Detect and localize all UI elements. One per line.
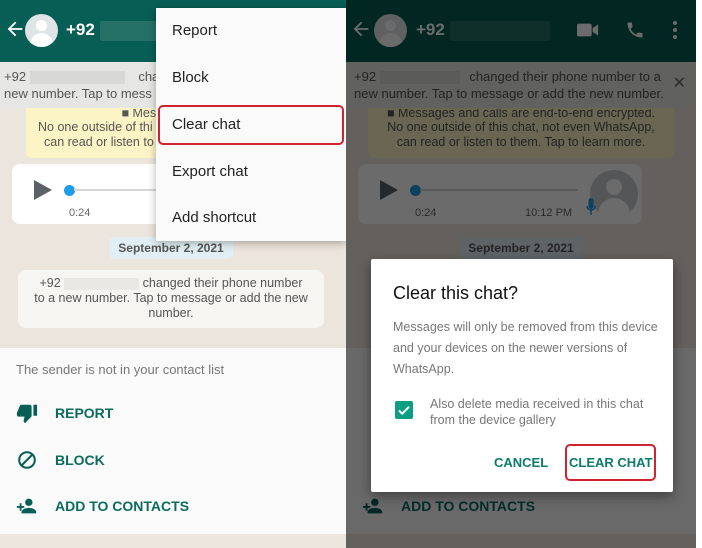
checkmark-icon [398, 406, 410, 416]
play-icon[interactable] [34, 180, 52, 200]
system-message-prefix: +92 [39, 276, 61, 290]
dialog-title: Clear this chat? [393, 283, 519, 303]
unknown-sender-card: The sender is not in your contact list R… [0, 348, 346, 534]
banner-prefix: +92 [4, 69, 27, 84]
redacted-number [64, 277, 140, 290]
menu-item-export-chat[interactable]: Export chat [156, 149, 346, 195]
dialog-body: Messages will only be removed from this … [393, 320, 658, 376]
add-to-contacts-action[interactable]: ADD TO CONTACTS [0, 491, 189, 521]
highlight-box [158, 105, 344, 145]
system-message-line2: to a new number. Tap to message or add t… [34, 291, 308, 305]
voice-duration: 0:24 [69, 207, 91, 219]
contact-avatar[interactable] [25, 14, 58, 47]
block-action[interactable]: BLOCK [0, 445, 105, 475]
block-label: BLOCK [55, 452, 105, 468]
redacted-number [29, 71, 125, 85]
back-arrow-icon[interactable] [4, 18, 26, 40]
system-message[interactable]: +92 changed their phone number to a new … [18, 270, 324, 328]
sender-notice: The sender is not in your contact list [16, 362, 225, 377]
delete-media-label[interactable]: Also delete media received in this chat … [430, 396, 660, 428]
highlight-box [565, 444, 656, 481]
left-screen: +92 +92 change new number. Tap to mess ■… [0, 0, 346, 548]
add-to-contacts-label: ADD TO CONTACTS [55, 498, 190, 514]
block-icon [18, 451, 36, 469]
panel-divider [696, 0, 702, 548]
contact-number-prefix: +92 [66, 20, 95, 39]
overflow-menu: Report Block Clear chat Export chat Add … [156, 8, 346, 241]
right-screen: +92 +92 changed their phone number to a … [346, 0, 696, 548]
report-action[interactable]: REPORT [0, 398, 113, 428]
thumbs-down-icon [16, 404, 38, 424]
menu-item-add-shortcut[interactable]: Add shortcut [156, 195, 346, 241]
cancel-button[interactable]: CANCEL [494, 455, 548, 470]
add-person-icon [16, 498, 37, 514]
system-message-line1: changed their phone number [142, 276, 303, 290]
clear-chat-dialog: Clear this chat? Messages will only be r… [371, 259, 673, 492]
menu-item-report[interactable]: Report [156, 8, 346, 54]
menu-item-block[interactable]: Block [156, 55, 346, 101]
report-label: REPORT [55, 405, 114, 421]
delete-media-checkbox[interactable] [395, 401, 413, 419]
system-message-line3: number. [148, 306, 194, 320]
